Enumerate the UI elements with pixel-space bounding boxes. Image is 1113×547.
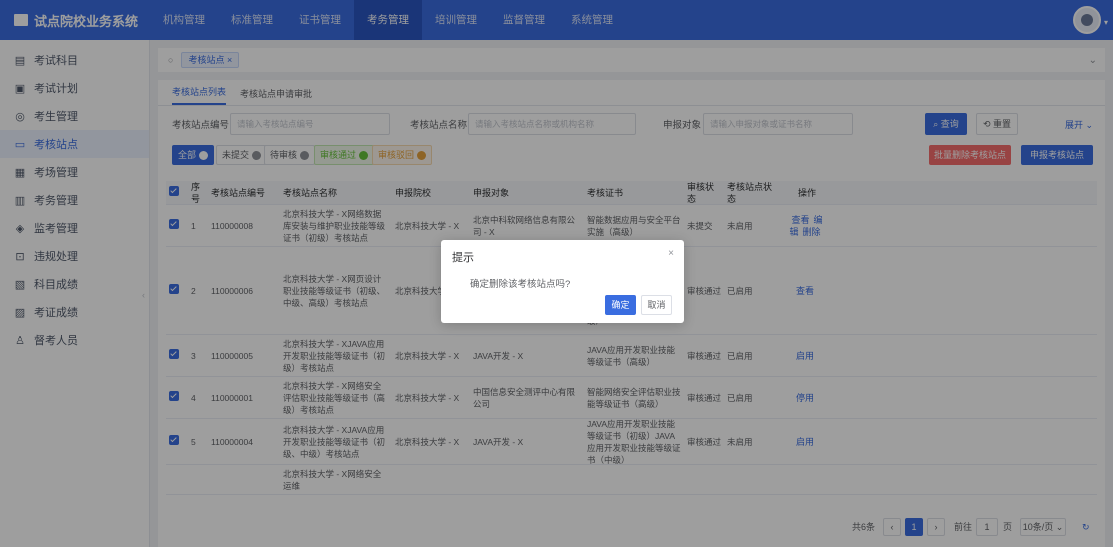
confirm-button[interactable]: 确定 xyxy=(605,295,636,315)
cancel-button[interactable]: 取消 xyxy=(641,295,672,315)
confirm-dialog: 提示 × 确定删除该考核站点吗? 确定 取消 xyxy=(441,240,684,323)
dialog-message: 确定删除该考核站点吗? xyxy=(470,279,571,290)
dialog-title: 提示 xyxy=(452,252,474,264)
close-icon[interactable]: × xyxy=(668,248,674,259)
